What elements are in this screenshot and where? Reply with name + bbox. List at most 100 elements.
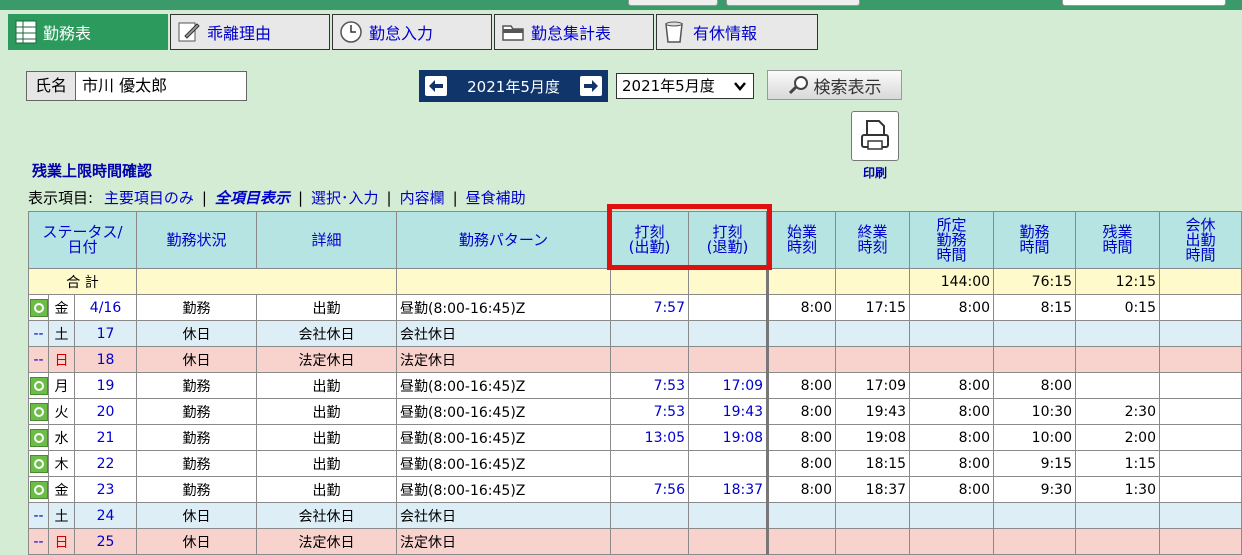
clock-out-cell[interactable]: [688, 346, 770, 373]
status-text: --: [33, 533, 44, 550]
overtime-hours-cell: 2:30: [1075, 398, 1161, 425]
work-hours-cell: 10:00: [993, 424, 1077, 451]
header-work-hours: 勤務 時間: [993, 211, 1077, 269]
search-button[interactable]: 検索表示: [767, 70, 902, 100]
tab-label: 勤怠入力: [369, 24, 434, 43]
prev-month-button[interactable]: [425, 76, 447, 96]
start-time-cell: 8:00: [767, 450, 837, 477]
header-leave-work-hours: 会休 出勤 時間: [1159, 211, 1242, 269]
table-row: 金 4/16 勤務 出勤 昼勤(8:00-16:45)Z 7:57 8:00 17:15 8:0…: [28, 294, 1242, 321]
clock-in-cell[interactable]: [610, 502, 690, 529]
separator: |: [201, 189, 207, 207]
date-cell[interactable]: 19: [73, 372, 138, 399]
clock-in-cell[interactable]: 13:05: [610, 424, 690, 451]
work-hours-cell: [993, 320, 1077, 347]
clock-in-cell[interactable]: 7:56: [610, 476, 690, 503]
status-cell[interactable]: [28, 398, 49, 425]
status-text: --: [33, 507, 44, 524]
status-cell[interactable]: [28, 450, 49, 477]
tab-paid-leave[interactable]: 有休情報: [656, 14, 818, 50]
date-cell[interactable]: 23: [73, 476, 138, 503]
detail-cell: 出勤: [256, 424, 398, 451]
start-time-cell: 8:00: [767, 372, 837, 399]
next-month-button[interactable]: [580, 76, 602, 96]
weekday-cell: 日: [48, 528, 75, 555]
display-option-all[interactable]: 全項目表示: [215, 189, 290, 207]
date-cell[interactable]: 24: [73, 502, 138, 529]
table-row: 木 22 勤務 出勤 昼勤(8:00-16:45)Z 8:00 18:15 8:00 9:15 1…: [28, 450, 1242, 477]
date-cell[interactable]: 22: [73, 450, 138, 477]
status-cell[interactable]: --: [28, 528, 49, 555]
clock-in-cell[interactable]: [610, 320, 690, 347]
tab-timesheet[interactable]: 勤務表: [8, 14, 168, 50]
date-cell[interactable]: 18: [73, 346, 138, 373]
clock-in-cell[interactable]: 7:53: [610, 372, 690, 399]
status-cell[interactable]: --: [28, 320, 49, 347]
top-field[interactable]: [1062, 0, 1226, 6]
status-cell[interactable]: [28, 476, 49, 503]
weekday-cell: 土: [48, 320, 75, 347]
search-button-label: 検索表示: [813, 77, 882, 98]
clock-out-cell[interactable]: [688, 450, 770, 477]
date-cell[interactable]: 20: [73, 398, 138, 425]
print-button[interactable]: [851, 111, 899, 161]
status-ok-icon[interactable]: [29, 376, 48, 395]
weekday-cell: 金: [48, 476, 75, 503]
status-ok-icon[interactable]: [29, 480, 48, 499]
clock-in-cell[interactable]: [610, 346, 690, 373]
table-row: -- 土 24 休日 会社休日 会社休日: [28, 502, 1242, 529]
work-hours-cell: [993, 502, 1077, 529]
status-text: --: [33, 351, 44, 368]
start-time-cell: 8:00: [767, 476, 837, 503]
clock-out-cell[interactable]: [688, 294, 770, 321]
tab-attendance-summary[interactable]: 勤怠集計表: [494, 14, 654, 50]
overtime-hours-cell: [1075, 346, 1161, 373]
month-select[interactable]: 2021年5月度: [616, 73, 754, 99]
leave-work-hours-cell: [1159, 320, 1242, 347]
clock-out-cell[interactable]: 18:37: [688, 476, 770, 503]
month-navigator: 2021年5月度: [419, 70, 608, 102]
display-option-select[interactable]: 選択･入力: [311, 189, 379, 207]
overtime-limit-link[interactable]: 残業上限時間確認: [32, 160, 152, 181]
header-status-date: ステータス/日付: [27, 211, 138, 269]
tab-deviation-reason[interactable]: 乖離理由: [170, 14, 330, 50]
date-cell[interactable]: 17: [73, 320, 138, 347]
display-option-lunch[interactable]: 昼食補助: [466, 189, 526, 207]
status-ok-icon[interactable]: [29, 402, 48, 421]
status-cell[interactable]: --: [28, 502, 49, 529]
clock-out-cell[interactable]: [688, 502, 770, 529]
detail-cell: 出勤: [256, 450, 398, 477]
work-pattern-cell: 会社休日: [396, 502, 612, 529]
clock-out-cell[interactable]: 19:08: [688, 424, 770, 451]
clock-in-cell[interactable]: 7:57: [610, 294, 690, 321]
date-cell[interactable]: 21: [73, 424, 138, 451]
status-cell[interactable]: --: [28, 346, 49, 373]
header-work-pattern: 勤務パターン: [396, 211, 612, 269]
clock-in-cell[interactable]: [610, 528, 690, 555]
work-pattern-cell: 会社休日: [396, 320, 612, 347]
clock-out-cell[interactable]: [688, 320, 770, 347]
status-ok-icon[interactable]: [29, 428, 48, 447]
clock-in-cell[interactable]: 7:53: [610, 398, 690, 425]
print-label[interactable]: 印刷: [852, 164, 898, 181]
status-ok-icon[interactable]: [29, 298, 48, 317]
weekday-cell: 日: [48, 346, 75, 373]
top-button[interactable]: [726, 0, 860, 6]
status-ok-icon[interactable]: [29, 454, 48, 473]
clock-out-cell[interactable]: [688, 528, 770, 555]
display-option-main[interactable]: 主要項目のみ: [104, 189, 194, 207]
work-status-cell: 勤務: [136, 372, 258, 399]
clock-out-cell[interactable]: 17:09: [688, 372, 770, 399]
clock-in-cell[interactable]: [610, 450, 690, 477]
status-cell[interactable]: [28, 372, 49, 399]
display-option-content[interactable]: 内容欄: [400, 189, 445, 207]
end-time-cell: 19:08: [835, 424, 911, 451]
clock-out-cell[interactable]: 19:43: [688, 398, 770, 425]
date-cell[interactable]: 25: [73, 528, 138, 555]
status-cell[interactable]: [28, 294, 49, 321]
top-button[interactable]: [628, 0, 718, 6]
tab-attendance-input[interactable]: 勤怠入力: [332, 14, 492, 50]
scheduled-hours-cell: [909, 528, 995, 555]
status-cell[interactable]: [28, 424, 49, 451]
date-cell[interactable]: 4/16: [73, 294, 138, 321]
